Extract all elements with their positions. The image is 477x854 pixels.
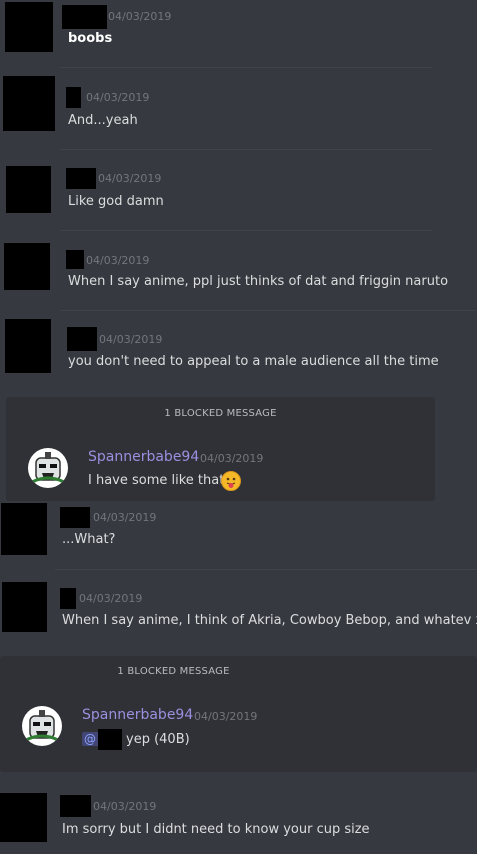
username-redacted[interactable] — [66, 250, 84, 269]
username-redacted[interactable] — [60, 795, 91, 817]
avatar-redacted[interactable] — [3, 76, 55, 131]
message-8: 04/03/2019 Im sorry but I didnt need to … — [0, 788, 477, 854]
username-redacted[interactable] — [67, 327, 97, 351]
message-text: And...yeah — [68, 113, 138, 128]
message-text: Like god damn — [68, 194, 164, 209]
username-redacted[interactable] — [60, 507, 90, 528]
username-redacted[interactable] — [66, 168, 96, 189]
avatar-redacted[interactable] — [1, 503, 47, 555]
message-3: 04/03/2019 Like god damn — [0, 152, 477, 227]
message-timestamp: 04/03/2019 — [99, 333, 163, 346]
avatar-redacted[interactable] — [6, 166, 51, 213]
message-divider — [60, 310, 475, 311]
username[interactable]: Spannerbabe94 — [82, 707, 193, 723]
message-text: I have some like that — [88, 473, 225, 488]
message-timestamp: 04/03/2019 — [98, 172, 162, 185]
avatar-redacted[interactable] — [5, 319, 51, 373]
message-6: 04/03/2019 ...What? — [0, 500, 477, 570]
message-text: When I say anime, ppl just thinks of dat… — [68, 274, 449, 289]
message-timestamp: 04/03/2019 — [79, 592, 143, 605]
blocked-message-group[interactable]: 1 BLOCKED MESSAGE Spannerbabe94 04/03/20… — [0, 656, 477, 772]
message-timestamp: 04/03/2019 — [200, 452, 264, 465]
username-redacted[interactable] — [66, 87, 81, 108]
message-timestamp: 04/03/2019 — [93, 511, 157, 524]
message-text: ...What? — [62, 532, 116, 547]
message-timestamp: 04/03/2019 — [86, 254, 150, 267]
message-divider — [60, 149, 432, 150]
avatar-redacted[interactable] — [5, 2, 53, 52]
message-text: When I say anime, I think of Akria, Cowb… — [62, 613, 477, 628]
message-divider — [55, 569, 477, 570]
message-text: you don't need to appeal to a male audie… — [68, 354, 439, 369]
blocked-message-label[interactable]: 1 BLOCKED MESSAGE — [6, 408, 435, 419]
user-avatar[interactable] — [22, 706, 62, 746]
message-divider — [60, 67, 432, 68]
message-4: 04/03/2019 When I say anime, ppl just th… — [0, 233, 477, 308]
avatar-redacted[interactable] — [2, 582, 47, 632]
mention-redacted[interactable] — [98, 729, 122, 750]
message-1: 04/03/2019 boobs — [0, 0, 477, 60]
user-avatar[interactable] — [28, 448, 68, 488]
message-text: Im sorry but I didnt need to know your c… — [62, 822, 370, 837]
message-7: 04/03/2019 When I say anime, I think of … — [0, 572, 477, 652]
username-redacted[interactable] — [60, 588, 76, 609]
message-timestamp: 04/03/2019 — [194, 710, 258, 723]
message-text: boobs — [68, 31, 113, 46]
message-timestamp: 04/03/2019 — [93, 800, 157, 813]
message-text: yep (40B) — [126, 732, 190, 747]
blocked-message-group[interactable]: 1 BLOCKED MESSAGE Spannerbabe94 04/03/20… — [6, 397, 435, 501]
message-5: 04/03/2019 you don't need to appeal to a… — [0, 313, 477, 393]
avatar-redacted[interactable] — [0, 793, 47, 842]
tongue-out-emoji-icon — [221, 471, 241, 491]
message-timestamp: 04/03/2019 — [108, 10, 172, 23]
message-divider — [60, 230, 432, 231]
username[interactable]: Spannerbabe94 — [88, 449, 199, 465]
blocked-message-label[interactable]: 1 BLOCKED MESSAGE — [0, 666, 477, 677]
username-redacted[interactable] — [62, 5, 107, 29]
message-2: 04/03/2019 And...yeah — [0, 70, 477, 145]
avatar-redacted[interactable] — [4, 243, 50, 290]
message-timestamp: 04/03/2019 — [86, 91, 150, 104]
